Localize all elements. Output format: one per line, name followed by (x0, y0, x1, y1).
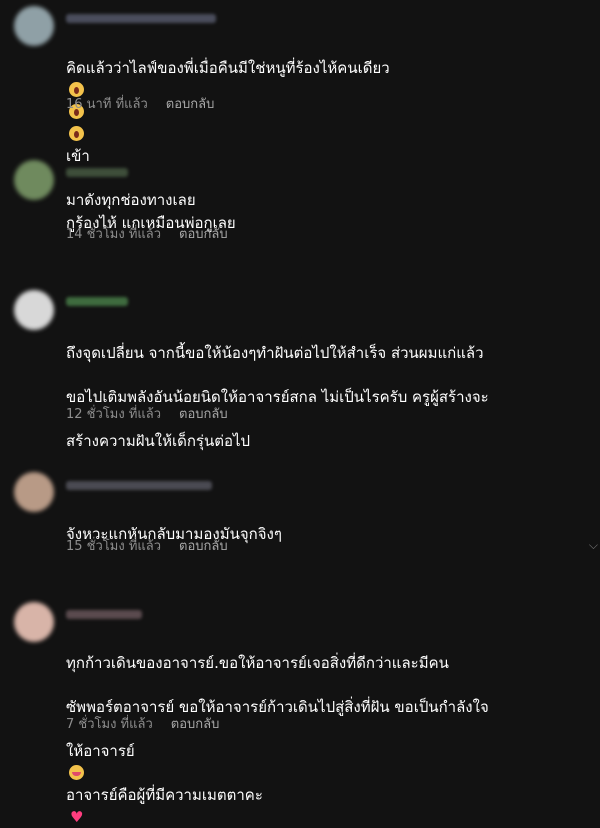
avatar[interactable] (14, 160, 54, 200)
username-blurred[interactable] (66, 168, 128, 177)
timestamp: 16 นาที ที่แล้ว (66, 97, 148, 112)
comment-line-3: สร้างความฝันให้เด็กรุ่นต่อไป (66, 432, 251, 450)
avatar[interactable] (14, 602, 54, 642)
loudly-crying-face-icon (69, 126, 84, 141)
pink-heart-icon: ♥ (70, 808, 84, 826)
comment-meta: 15 ชั่วโมง ที่แล้ว ตอบกลับ (66, 535, 228, 556)
comment-meta: 12 ชั่วโมง ที่แล้ว ตอบกลับ (66, 403, 228, 424)
comment-line-3-end: อาจารย์คือผู้ที่มีความเมตตาคะ (66, 786, 263, 804)
comment-meta: 14 ชั่วโมง ที่แล้ว ตอบกลับ (66, 223, 228, 244)
scroll-chevron-icon[interactable]: ⌵ (589, 538, 598, 553)
reply-button[interactable]: ตอบกลับ (179, 403, 228, 424)
username-blurred[interactable] (66, 297, 128, 306)
avatar[interactable] (14, 290, 54, 330)
comment-line-1-end: เข้า (66, 147, 90, 165)
avatar[interactable] (14, 6, 54, 46)
reply-button[interactable]: ตอบกลับ (166, 93, 215, 114)
comment-text: คิดแล้วว่าไลฟ์ของพี่เมื่อคืนมีใช่หนูที่ร… (66, 35, 586, 211)
timestamp: 14 ชั่วโมง ที่แล้ว (66, 227, 162, 242)
timestamp: 15 ชั่วโมง ที่แล้ว (66, 539, 162, 554)
comment-line-1: คิดแล้วว่าไลฟ์ของพี่เมื่อคืนมีใช่หนูที่ร… (66, 59, 390, 77)
reply-button[interactable]: ตอบกลับ (179, 535, 228, 556)
reply-button[interactable]: ตอบกลับ (179, 223, 228, 244)
comment-meta: 7 ชั่วโมง ที่แล้ว ตอบกลับ (66, 713, 219, 734)
username-blurred[interactable] (66, 14, 216, 23)
comment-line-1: ทุกก้าวเดินของอาจารย์.ขอให้อาจารย์เจอสิ่… (66, 654, 449, 672)
smiling-face-with-hearts-icon (69, 765, 84, 780)
comment-text: ถึงจุดเปลี่ยน จากนี้ขอให้น้องๆทำฝันต่อไป… (66, 320, 586, 452)
reply-button[interactable]: ตอบกลับ (171, 713, 220, 734)
username-blurred[interactable] (66, 481, 212, 490)
comment-line-1: ถึงจุดเปลี่ยน จากนี้ขอให้น้องๆทำฝันต่อไป… (66, 344, 484, 362)
username-blurred[interactable] (66, 610, 142, 619)
avatar[interactable] (14, 472, 54, 512)
comment-line-3-start: ให้อาจารย์ (66, 742, 135, 760)
timestamp: 7 ชั่วโมง ที่แล้ว (66, 717, 153, 732)
timestamp: 12 ชั่วโมง ที่แล้ว (66, 407, 162, 422)
comment-meta: 16 นาที ที่แล้ว ตอบกลับ (66, 93, 214, 114)
